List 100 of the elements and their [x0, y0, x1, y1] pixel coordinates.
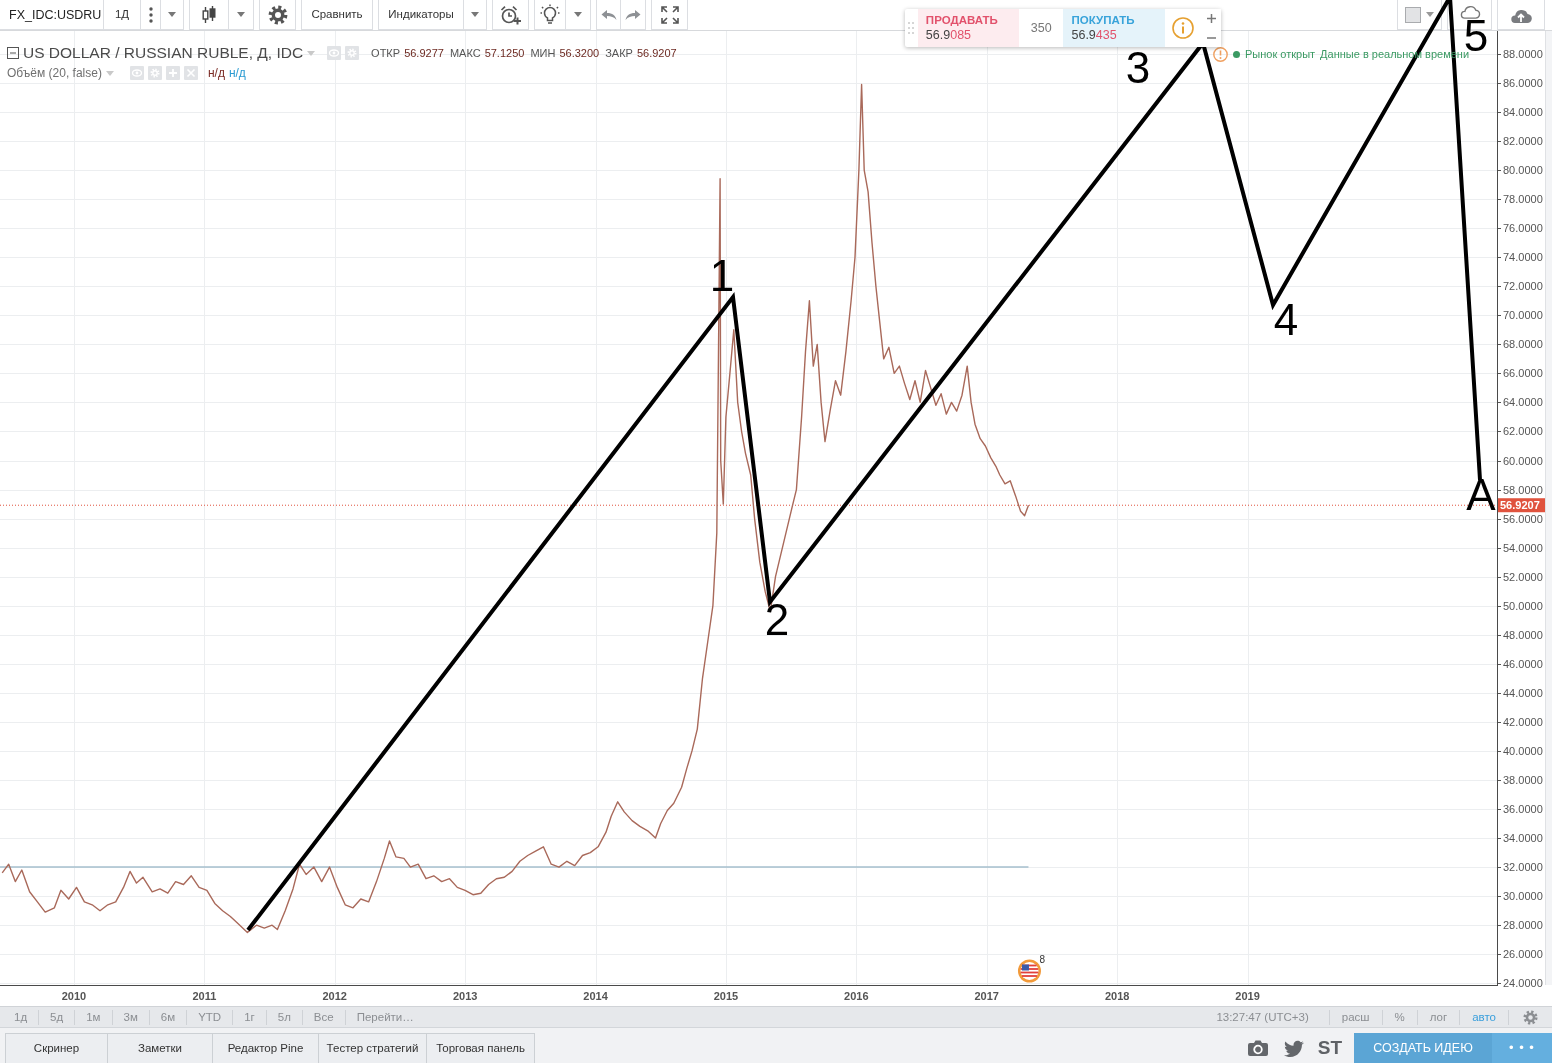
caret-icon: [1426, 12, 1434, 17]
axis-label: 38.0000: [1503, 773, 1543, 786]
market-status: Рынок открыт: [1245, 47, 1316, 62]
ref-line-label: 56.9207: [1500, 499, 1540, 512]
axis-label: 28.0000: [1503, 919, 1543, 932]
ideas-button[interactable]: [534, 0, 566, 30]
ohlc-label: МАКС: [449, 45, 481, 61]
caret-icon: [471, 12, 479, 17]
panel-tab[interactable]: Торговая панель: [427, 1033, 535, 1063]
event-count: 8: [1039, 954, 1046, 965]
range-button[interactable]: YTD: [187, 1009, 234, 1025]
grip-icon: [908, 22, 915, 34]
axis-label: 52.0000: [1503, 570, 1543, 583]
axis-label: 40.0000: [1503, 744, 1543, 757]
axis-label: 44.0000: [1503, 686, 1543, 699]
range-button[interactable]: Все: [302, 1009, 346, 1025]
scrollbar[interactable]: [1545, 31, 1552, 985]
axis-label: 74.0000: [1503, 251, 1543, 264]
caret-icon: [105, 70, 114, 76]
panel-tab[interactable]: Тестер стратегий: [319, 1033, 427, 1063]
axis-label: 36.0000: [1503, 803, 1543, 815]
goto-button[interactable]: Перейти…: [345, 1009, 425, 1025]
range-button[interactable]: 1г: [233, 1009, 267, 1025]
axis-label: 76.0000: [1503, 222, 1543, 235]
scale-toggle[interactable]: лог: [1417, 1009, 1461, 1025]
scale-toggle[interactable]: авто: [1460, 1009, 1509, 1025]
axis-label: 64.0000: [1503, 396, 1543, 409]
panel-tab[interactable]: Редактор Pine: [213, 1033, 319, 1063]
range-button[interactable]: 5д: [39, 1009, 76, 1025]
share-button[interactable]: ST: [1311, 1033, 1348, 1063]
ohlc-label: ОТКР: [371, 45, 401, 61]
range-button[interactable]: 5л: [266, 1009, 303, 1025]
collapse-icon: [7, 47, 19, 59]
info-button[interactable]: [1164, 9, 1202, 47]
axis-label: 82.0000: [1503, 135, 1543, 148]
year-label: 2010: [61, 990, 87, 1002]
range-button[interactable]: 1д: [3, 1009, 40, 1025]
fullscreen-icon: [660, 5, 679, 24]
indicators-button[interactable]: Индикаторы: [378, 0, 464, 30]
axis-label: 58.0000: [1503, 483, 1543, 496]
axis-label: 60.0000: [1503, 454, 1543, 467]
alarm-clock-icon: [499, 4, 522, 25]
scale-toggle[interactable]: расш: [1329, 1009, 1383, 1025]
buy-button[interactable]: ПОКУПАТЬ 56.9435: [1063, 9, 1165, 47]
compare-button[interactable]: Сравнить: [301, 0, 373, 30]
axis-label: 42.0000: [1503, 715, 1543, 728]
caret-icon: [574, 12, 582, 17]
dropdown-button[interactable]: [566, 0, 591, 30]
chart-type-button[interactable]: [189, 0, 229, 30]
panel-tab[interactable]: Скринер: [5, 1033, 108, 1063]
create-idea-button[interactable]: СОЗДАТЬ ИДЕЮ: [1354, 1033, 1492, 1063]
panel-tab[interactable]: Заметки: [108, 1033, 213, 1063]
caret-icon: [307, 50, 316, 56]
wave-label: 3: [1125, 52, 1151, 84]
dropdown-button[interactable]: [464, 0, 487, 30]
axis-label: 66.0000: [1503, 367, 1543, 380]
axis-label: 32.0000: [1503, 861, 1543, 874]
axis-label: 88.0000: [1503, 47, 1543, 60]
year-label: 2014: [583, 990, 608, 1002]
ohlc-value: 56.9277: [404, 45, 444, 61]
sell-button[interactable]: ПРОДАВАТЬ 56.9085: [917, 9, 1019, 47]
axis-label: 30.0000: [1503, 890, 1543, 903]
settings-button[interactable]: [259, 0, 296, 30]
dropdown-button[interactable]: [161, 0, 184, 30]
axis-label: 54.0000: [1503, 541, 1543, 554]
indicator-title: Объём (20, false): [7, 65, 102, 82]
undo-button[interactable]: [596, 0, 621, 30]
range-button[interactable]: 6м: [149, 1009, 188, 1025]
range-button[interactable]: 1м: [75, 1009, 113, 1025]
axis-label: 62.0000: [1503, 425, 1543, 438]
indicator-value: н/д: [207, 65, 225, 82]
color-swatch-icon: [1405, 6, 1421, 23]
axis-label: 84.0000: [1503, 106, 1543, 118]
wave-label: 4: [1273, 304, 1299, 336]
redo-button[interactable]: [621, 0, 646, 30]
bird-icon: [1283, 1039, 1304, 1057]
caret-icon: [168, 12, 176, 17]
flag-icon[interactable]: [1017, 959, 1041, 983]
fullscreen-button[interactable]: [651, 0, 688, 30]
more-button[interactable]: [141, 0, 161, 30]
scale-toggle[interactable]: %: [1382, 1009, 1418, 1025]
wave-label: 2: [764, 604, 790, 636]
minus-icon: [1206, 36, 1216, 39]
axis-label: 34.0000: [1503, 832, 1543, 845]
more-button[interactable]: • • •: [1492, 1033, 1552, 1063]
axis-label: 50.0000: [1503, 599, 1543, 612]
axis-label: 78.0000: [1503, 193, 1543, 206]
ohlc-label: ЗАКР: [605, 45, 633, 61]
interval-button[interactable]: 1Д: [104, 0, 141, 30]
symbol-field[interactable]: FX_IDC:USDRU: [0, 0, 104, 30]
caret-icon: [237, 12, 245, 17]
axis-label: 80.0000: [1503, 164, 1543, 177]
range-button[interactable]: 3м: [112, 1009, 150, 1025]
color-button[interactable]: [1397, 0, 1442, 30]
dropdown-button[interactable]: [229, 0, 254, 30]
alert-button[interactable]: [492, 0, 529, 30]
plus-icon: [1206, 14, 1216, 23]
redo-icon: [625, 8, 641, 21]
upload-button[interactable]: [1497, 0, 1545, 30]
year-label: 2013: [452, 990, 478, 1002]
